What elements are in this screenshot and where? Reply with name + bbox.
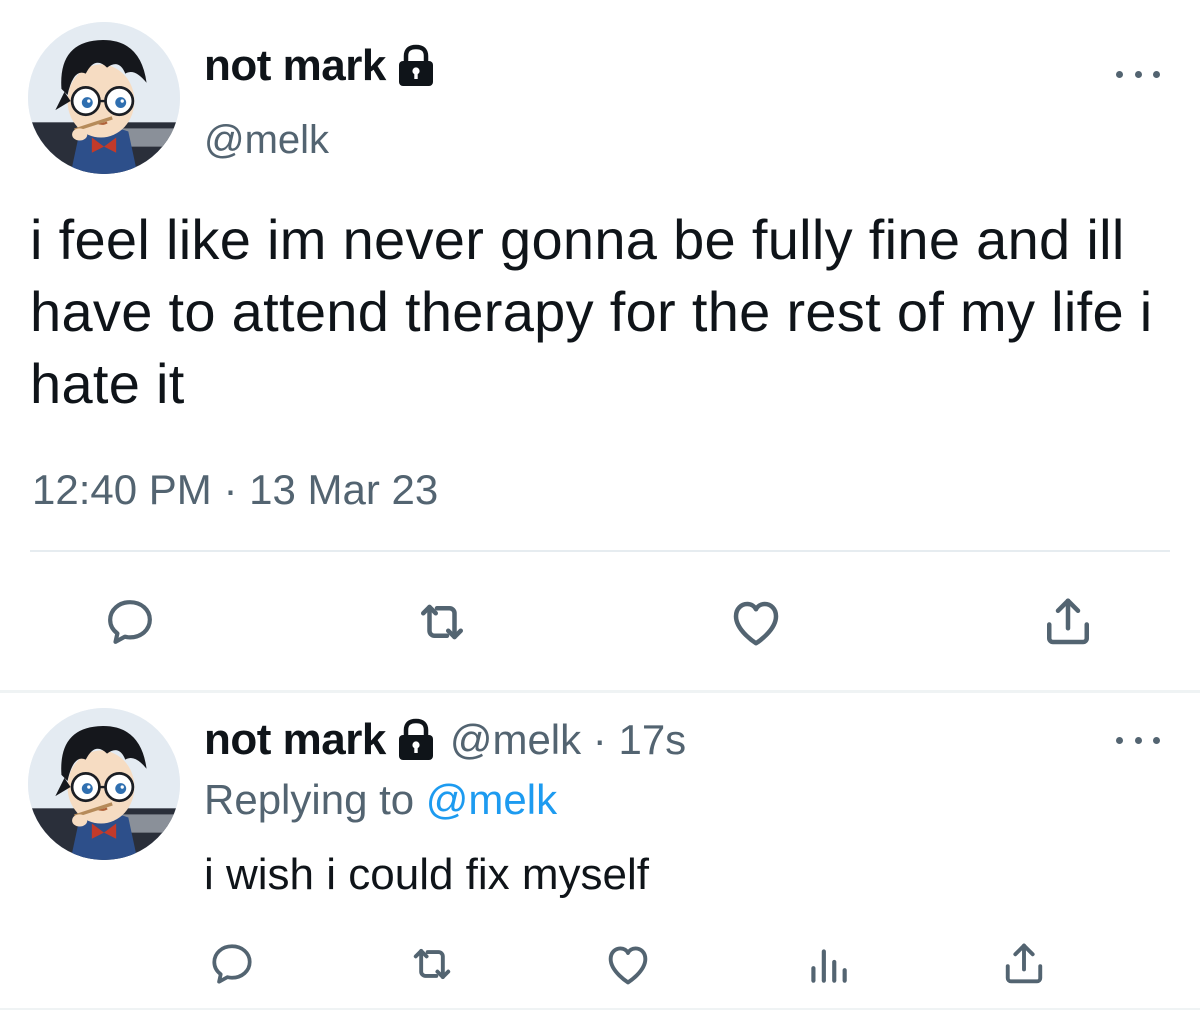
mention-link[interactable]: @melk	[426, 776, 557, 823]
replying-to: Replying to @melk	[204, 776, 557, 824]
display-name[interactable]: not mark	[204, 41, 386, 91]
divider	[30, 550, 1170, 552]
tweet-timestamp[interactable]: 12:40 PM · 13 Mar 23	[32, 466, 438, 514]
main-tweet: not mark @melk i feel like im never gonn…	[0, 0, 1200, 693]
divider	[0, 690, 1200, 693]
share-icon[interactable]	[996, 936, 1052, 992]
handle-and-time[interactable]: @melk · 17s	[450, 716, 686, 764]
views-icon[interactable]	[800, 936, 856, 992]
avatar[interactable]	[28, 22, 180, 174]
avatar[interactable]	[28, 708, 180, 860]
replying-prefix: Replying to	[204, 776, 415, 823]
tweet-thread: not mark @melk i feel like im never gonn…	[0, 0, 1200, 1012]
like-icon[interactable]	[724, 590, 788, 654]
retweet-icon[interactable]	[410, 590, 474, 654]
lock-icon	[396, 718, 436, 762]
tweet-text: i wish i could fix myself	[204, 850, 650, 899]
tweet-text: i feel like im never gonna be fully fine…	[30, 208, 1153, 415]
reply-icon[interactable]	[204, 936, 260, 992]
avatar-image	[28, 708, 180, 860]
reply-action-bar	[0, 936, 1200, 992]
author-name-row: not mark	[204, 40, 436, 92]
reply-author-row: not mark @melk · 17s	[204, 714, 686, 766]
more-options-icon[interactable]	[1116, 64, 1160, 84]
divider	[0, 1008, 1200, 1010]
lock-icon	[396, 44, 436, 88]
reply-icon[interactable]	[98, 590, 162, 654]
share-icon[interactable]	[1036, 590, 1100, 654]
avatar-image	[28, 22, 180, 174]
more-options-icon[interactable]	[1116, 730, 1160, 750]
like-icon[interactable]	[600, 936, 656, 992]
display-name[interactable]: not mark	[204, 715, 386, 765]
handle[interactable]: @melk	[204, 118, 329, 163]
retweet-icon[interactable]	[404, 936, 460, 992]
tweet-action-bar	[0, 590, 1200, 654]
